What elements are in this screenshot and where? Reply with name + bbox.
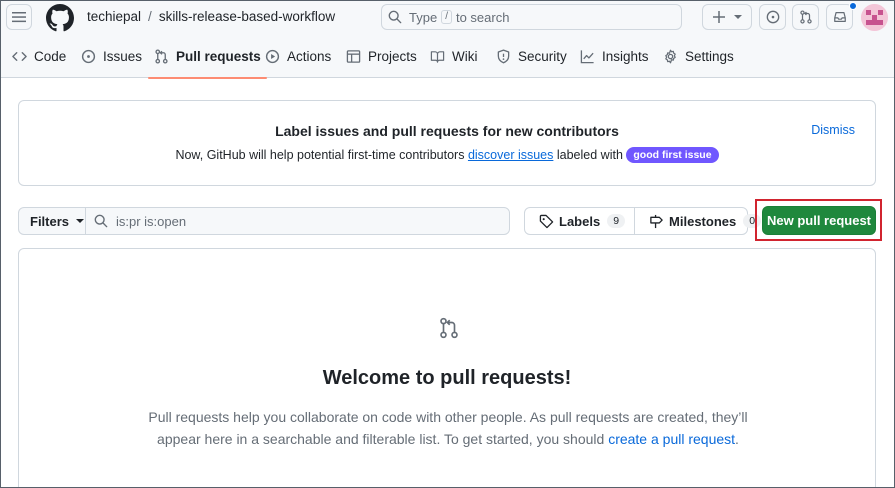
tab-projects-label: Projects	[368, 49, 417, 64]
tab-security-label: Security	[518, 49, 567, 64]
search-placeholder-prefix: Type	[409, 9, 438, 25]
search-shortcut-key: /	[441, 10, 452, 24]
filters-button[interactable]: Filters	[18, 207, 86, 235]
tab-insights[interactable]: Insights	[580, 35, 649, 78]
hamburger-menu-button[interactable]	[6, 4, 32, 30]
breadcrumb: techiepal / skills-release-based-workflow	[87, 9, 335, 24]
tab-settings[interactable]: Settings	[663, 35, 734, 78]
notification-dot	[849, 2, 857, 10]
search-icon	[94, 214, 108, 228]
tab-issues[interactable]: Issues	[81, 35, 142, 78]
blankslate-text: Pull requests help you collaborate on co…	[139, 406, 757, 450]
create-new-button[interactable]	[702, 4, 752, 30]
milestone-icon	[650, 214, 663, 228]
labels-button[interactable]: Labels 9	[525, 208, 634, 234]
breadcrumb-repo[interactable]: skills-release-based-workflow	[159, 9, 335, 24]
global-search-input[interactable]: Type / to search	[381, 4, 682, 30]
git-pull-request-icon	[799, 10, 812, 24]
filter-search-input[interactable]: is:pr is:open	[85, 207, 510, 235]
tab-security[interactable]: Security	[496, 35, 567, 78]
inbox-icon	[833, 12, 846, 22]
banner-text: Now, GitHub will help potential first-ti…	[19, 147, 875, 163]
search-icon	[388, 10, 402, 24]
pull-requests-blankslate: Welcome to pull requests! Pull requests …	[18, 248, 876, 488]
banner-text-after: labeled with	[556, 148, 623, 162]
pull-requests-button[interactable]	[792, 4, 819, 30]
plus-icon	[712, 11, 725, 23]
book-icon	[430, 51, 445, 63]
global-header: techiepal / skills-release-based-workflow …	[0, 0, 895, 35]
repo-navigation: Code Issues Pull requests Actions Projec…	[0, 35, 895, 79]
tab-code[interactable]: Code	[12, 35, 66, 78]
tab-settings-label: Settings	[685, 49, 734, 64]
tab-pull-requests[interactable]: Pull requests	[148, 35, 267, 79]
issues-button[interactable]	[759, 4, 786, 30]
breadcrumb-owner[interactable]: techiepal	[87, 9, 141, 24]
milestones-button[interactable]: Milestones 0	[634, 208, 770, 234]
play-icon	[265, 49, 280, 64]
shield-icon	[497, 49, 510, 64]
search-placeholder-suffix: to search	[455, 9, 510, 25]
tab-actions-label: Actions	[287, 49, 332, 64]
pull-request-icon	[440, 317, 458, 339]
gear-icon	[665, 49, 676, 64]
caret-down-icon	[76, 219, 85, 223]
tab-wiki-label: Wiki	[452, 49, 478, 64]
banner-title: Label issues and pull requests for new c…	[275, 123, 619, 139]
banner-text-before: Now, GitHub will help potential first-ti…	[175, 148, 465, 162]
table-icon	[346, 50, 361, 63]
tab-insights-label: Insights	[602, 49, 649, 64]
breadcrumb-separator: /	[148, 9, 152, 24]
github-logo-icon[interactable]	[46, 4, 74, 32]
labels-count: 9	[607, 214, 626, 228]
new-contributors-banner: Label issues and pull requests for new c…	[18, 100, 876, 186]
tab-wiki[interactable]: Wiki	[430, 35, 478, 78]
filter-query-value: is:pr is:open	[116, 213, 187, 229]
blankslate-title: Welcome to pull requests!	[322, 367, 572, 389]
pull-request-icon	[155, 49, 168, 64]
hamburger-icon	[12, 12, 26, 23]
tab-issues-label: Issues	[103, 49, 143, 64]
labels-milestones-group: Labels 9 Milestones 0	[524, 207, 762, 235]
discover-issues-link[interactable]: discover issues	[468, 148, 553, 162]
chevron-down-icon	[733, 15, 742, 19]
tab-pull-requests-label: Pull requests	[176, 49, 261, 64]
code-icon	[12, 52, 27, 61]
new-pull-request-button[interactable]: New pull request	[762, 206, 876, 235]
graph-icon	[580, 50, 594, 64]
avatar[interactable]	[861, 4, 888, 31]
dismiss-button[interactable]: Dismiss	[811, 123, 855, 137]
filters-button-label: Filters	[30, 213, 70, 229]
issue-opened-icon	[766, 10, 779, 24]
issue-icon	[81, 49, 96, 64]
tab-code-label: Code	[34, 49, 67, 64]
tag-icon	[539, 214, 554, 228]
tab-projects[interactable]: Projects	[346, 35, 417, 78]
avatar-identicon	[861, 4, 888, 31]
good-first-issue-label[interactable]: good first issue	[626, 147, 719, 163]
milestones-button-label: Milestones	[669, 213, 737, 229]
tab-actions[interactable]: Actions	[265, 35, 331, 78]
create-pull-request-link[interactable]: create a pull request	[608, 431, 735, 447]
blankslate-period: .	[735, 431, 739, 447]
labels-button-label: Labels	[559, 213, 601, 229]
